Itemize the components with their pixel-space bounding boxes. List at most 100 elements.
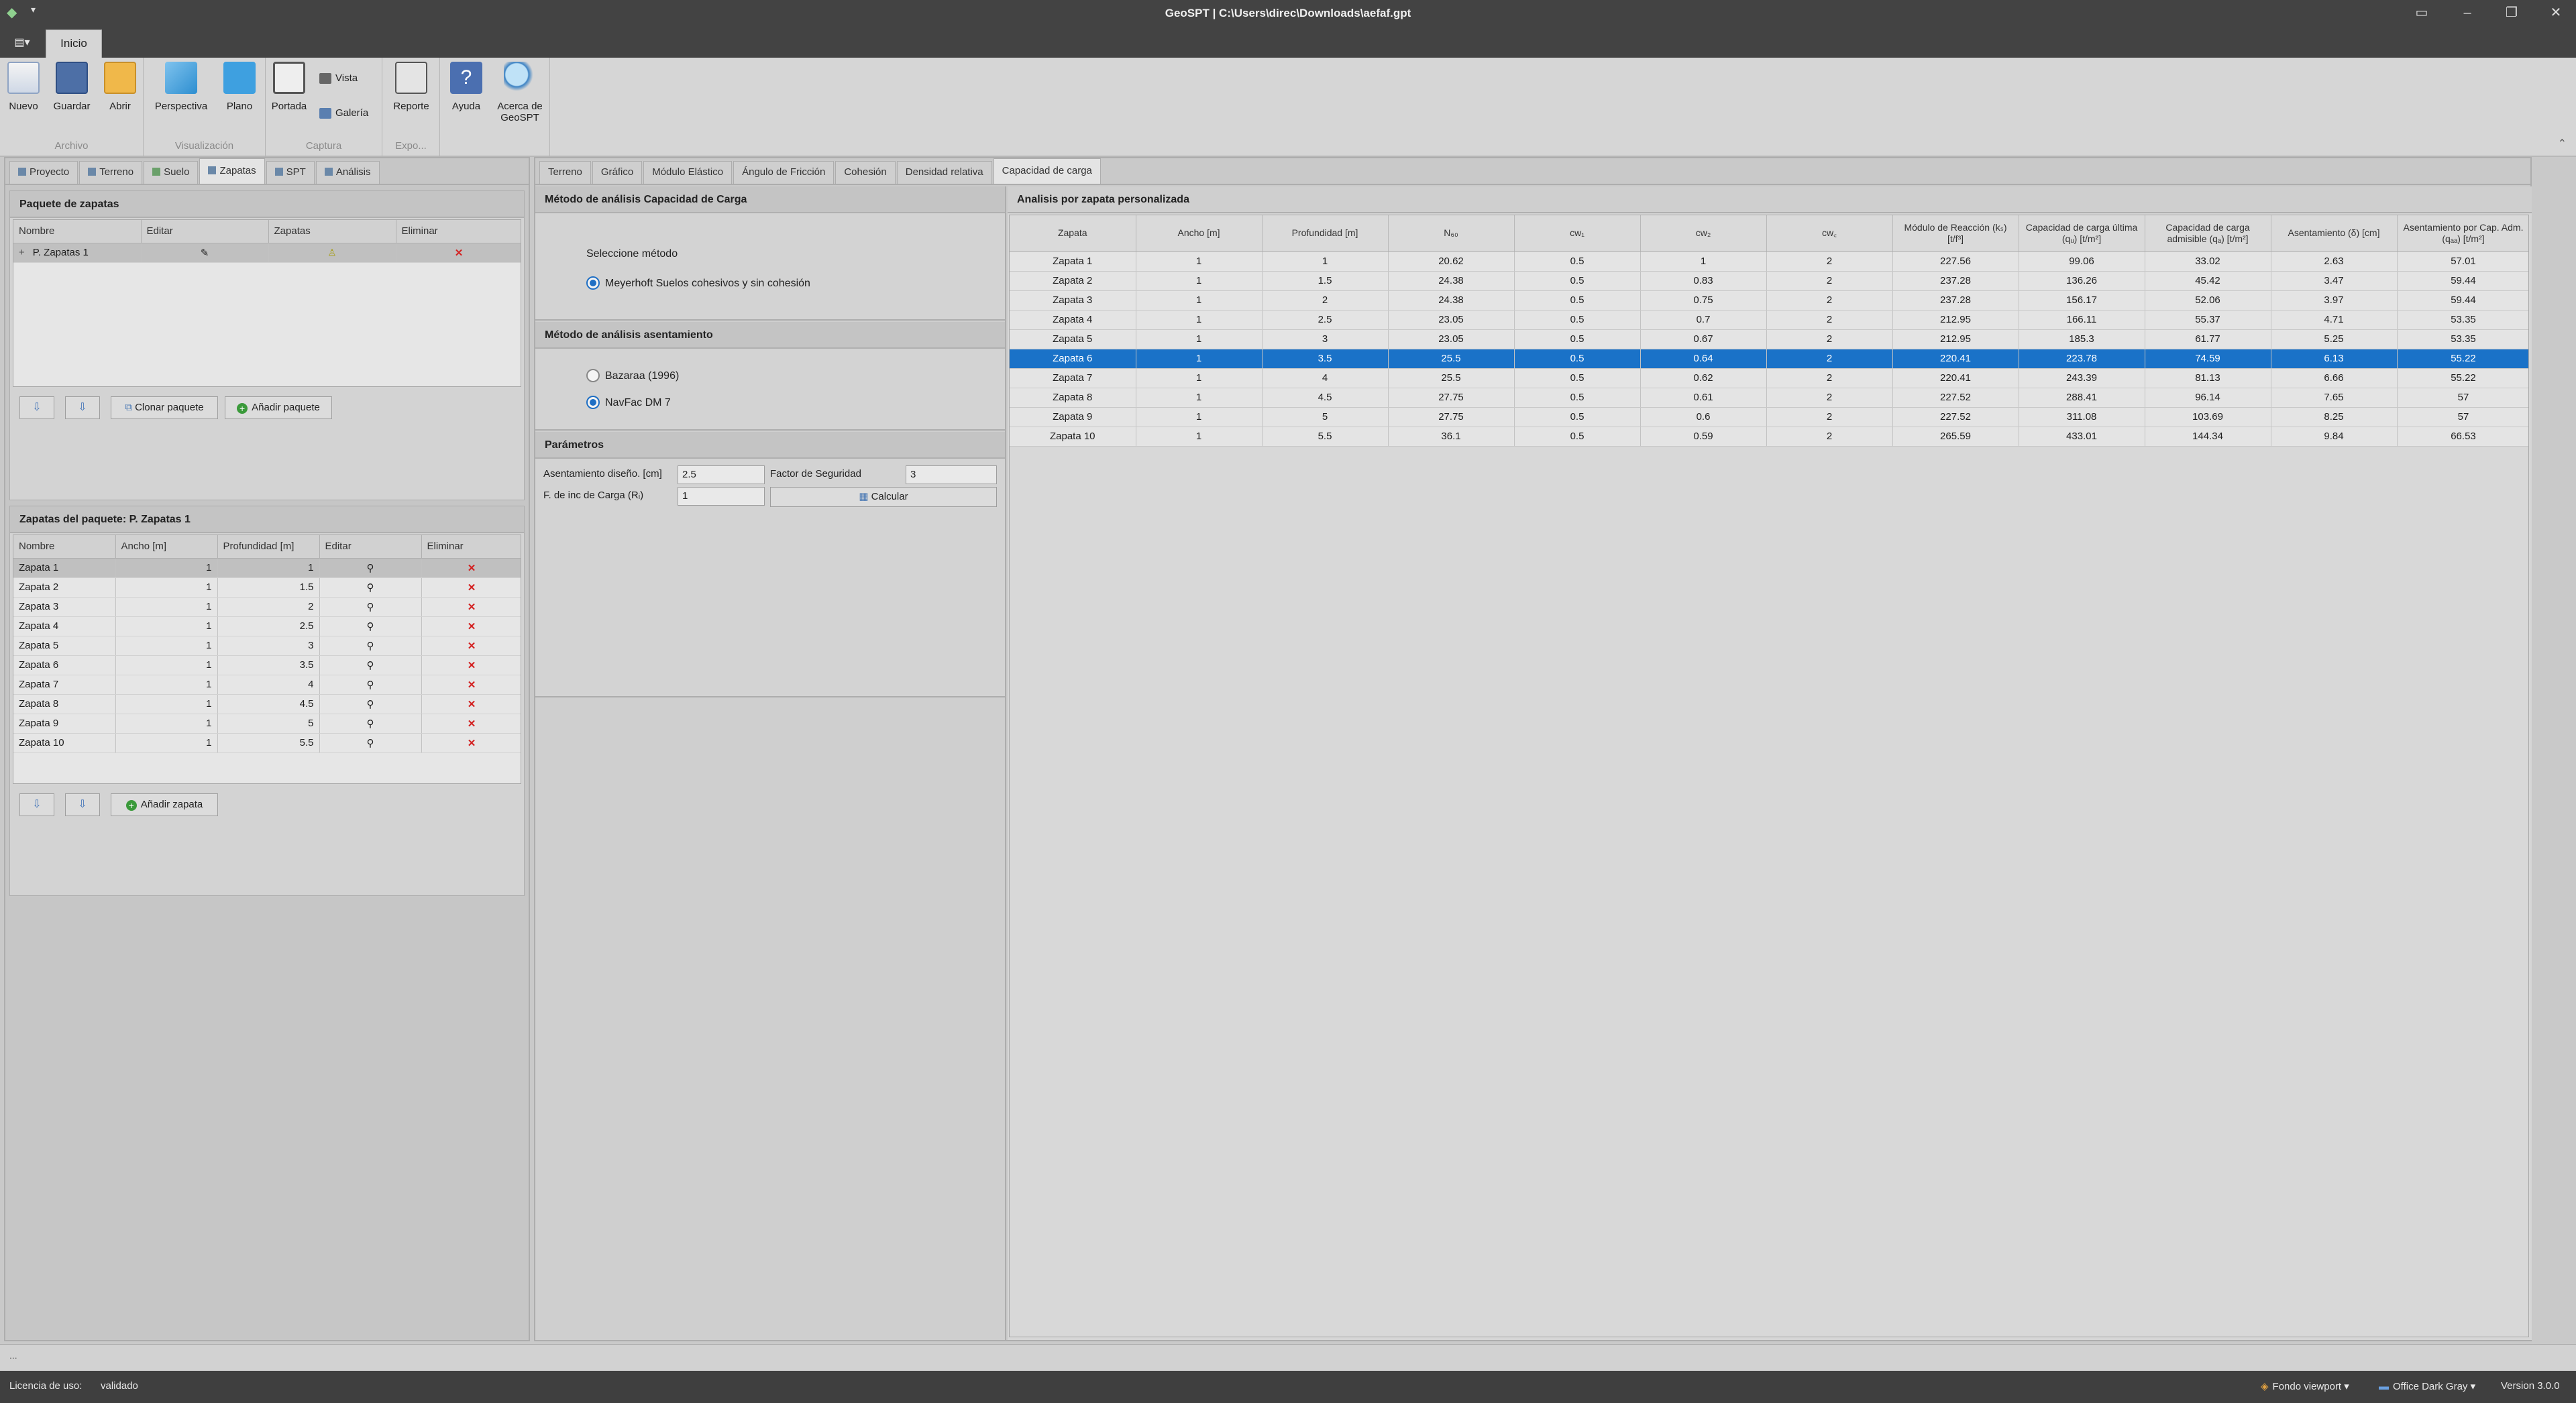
new-button[interactable]: Nuevo <box>0 62 47 112</box>
table-row[interactable]: Zapata 1 1 1 20.62 0.5 1 2 227.56 99.06 33.02 2.63… <box>1010 251 2528 272</box>
plan-button[interactable]: Plano <box>216 62 263 112</box>
tab-inicio[interactable]: Inicio <box>46 30 102 58</box>
edit-footing-icon[interactable]: ⚲ <box>319 655 422 675</box>
ribbon-display-icon[interactable]: ▭ <box>2402 0 2442 27</box>
tab-densidad-relativa[interactable]: Densidad relativa <box>896 161 992 184</box>
col-editar[interactable]: Editar <box>319 535 422 559</box>
table-row[interactable]: Zapata 4 1 2.5 23.05 0.5 0.7 2 212.95 166.11 55.3… <box>1010 310 2528 330</box>
calculate-button[interactable]: ▦ Calcular <box>770 487 997 507</box>
tab-modulo-elastico[interactable]: Módulo Elástico <box>643 161 733 184</box>
table-row[interactable]: Zapata 2 1 1.5 ⚲ ✕ <box>13 577 521 598</box>
results-column-header[interactable]: Módulo de Reacción (kₛ) [t/f³] <box>1892 215 2019 252</box>
load-factor-input[interactable]: 1 <box>678 487 765 506</box>
col-nombre[interactable]: Nombre <box>13 535 116 559</box>
col-editar[interactable]: Editar <box>141 220 269 243</box>
delete-footing-icon[interactable]: ✕ <box>421 616 521 636</box>
delete-footing-icon[interactable]: ✕ <box>421 597 521 617</box>
table-row[interactable]: Zapata 1 1 1 ⚲ ✕ <box>13 558 521 578</box>
delete-footing-icon[interactable]: ✕ <box>421 675 521 695</box>
report-button[interactable]: Reporte <box>388 62 435 112</box>
gallery-button[interactable]: Galería <box>319 107 368 119</box>
open-button[interactable]: Abrir <box>97 62 144 112</box>
perspective-button[interactable]: Perspectiva <box>152 62 211 112</box>
meyerhof-radio[interactable]: Meyerhoft Suelos cohesivos y sin cohesió… <box>586 276 810 290</box>
about-button[interactable]: Acerca de GeoSPT <box>491 62 549 123</box>
navfac-radio[interactable]: NavFac DM 7 <box>586 396 671 409</box>
table-row[interactable]: Zapata 3 1 2 24.38 0.5 0.75 2 237.28 156.17 52.06… <box>1010 290 2528 311</box>
delete-footing-icon[interactable]: ✕ <box>421 694 521 714</box>
bazaraa-radio[interactable]: Bazaraa (1996) <box>586 369 679 382</box>
edit-footing-icon[interactable]: ⚲ <box>319 733 422 753</box>
results-column-header[interactable]: cw꜀ <box>1766 215 1893 252</box>
restore-button[interactable]: ❐ <box>2491 0 2532 27</box>
tab-proyecto[interactable]: Proyecto <box>9 161 78 184</box>
theme-menu[interactable]: ▬ Office Dark Gray ▾ <box>2379 1380 2475 1392</box>
results-column-header[interactable]: cw₁ <box>1514 215 1641 252</box>
help-button[interactable]: ? Ayuda <box>443 62 490 112</box>
tab-grafico[interactable]: Gráfico <box>592 161 643 184</box>
move-up-button[interactable]: ⇩ <box>19 793 54 816</box>
collapse-ribbon-icon[interactable]: ⌃ <box>2558 137 2567 150</box>
results-column-header[interactable]: Capacidad de carga última (qᵤ) [t/m²] <box>2019 215 2145 252</box>
results-column-header[interactable]: Capacidad de carga admisible (qₐ) [t/m²] <box>2145 215 2271 252</box>
safety-factor-input[interactable]: 3 <box>906 465 997 484</box>
table-row[interactable]: + P. Zapatas 1 ✎ ♙ ✕ <box>13 243 521 263</box>
view-capture-button[interactable]: Vista <box>319 72 358 85</box>
edit-footing-icon[interactable]: ⚲ <box>319 616 422 636</box>
results-column-header[interactable]: Asentamiento por Cap. Adm. (qₐₐ) [t/m²] <box>2397 215 2528 252</box>
table-row[interactable]: Zapata 2 1 1.5 24.38 0.5 0.83 2 237.28 136.26 45.… <box>1010 271 2528 291</box>
col-nombre[interactable]: Nombre <box>13 220 142 243</box>
table-row[interactable]: Zapata 6 1 3.5 ⚲ ✕ <box>13 655 521 675</box>
package-name-cell[interactable]: + P. Zapatas 1 <box>13 243 142 263</box>
edit-footing-icon[interactable]: ⚲ <box>319 636 422 656</box>
col-ancho[interactable]: Ancho [m] <box>115 535 218 559</box>
table-row[interactable]: Zapata 5 1 3 23.05 0.5 0.67 2 212.95 185.3 61.77 5… <box>1010 329 2528 349</box>
edit-footing-icon[interactable]: ⚲ <box>319 597 422 617</box>
col-eliminar[interactable]: Eliminar <box>396 220 521 243</box>
table-row[interactable]: Zapata 5 1 3 ⚲ ✕ <box>13 636 521 656</box>
delete-footing-icon[interactable]: ✕ <box>421 733 521 753</box>
table-row[interactable]: Zapata 8 1 4.5 27.75 0.5 0.61 2 227.52 288.41 96.… <box>1010 388 2528 408</box>
results-column-header[interactable]: Asentamiento (δ) [cm] <box>2271 215 2398 252</box>
expand-icon[interactable]: + <box>19 247 25 258</box>
add-package-button[interactable]: + Añadir paquete <box>225 396 332 419</box>
results-column-header[interactable]: Ancho [m] <box>1136 215 1263 252</box>
edit-footing-icon[interactable]: ⚲ <box>319 675 422 695</box>
delete-footing-icon[interactable]: ✕ <box>421 577 521 598</box>
table-row[interactable]: Zapata 3 1 2 ⚲ ✕ <box>13 597 521 617</box>
tab-analisis[interactable]: Análisis <box>315 161 380 184</box>
tab-angulo-friccion[interactable]: Ángulo de Fricción <box>733 161 835 184</box>
tab-cohesion[interactable]: Cohesión <box>835 161 896 184</box>
cover-button[interactable]: Portada <box>266 62 313 112</box>
move-up-button[interactable]: ⇩ <box>19 396 54 419</box>
tab-capacidad-carga[interactable]: Capacidad de carga <box>993 158 1101 184</box>
edit-footing-icon[interactable]: ⚲ <box>319 558 422 578</box>
table-row[interactable]: Zapata 8 1 4.5 ⚲ ✕ <box>13 694 521 714</box>
footings-icon[interactable]: ♙ <box>268 243 396 263</box>
minimize-button[interactable]: – <box>2447 0 2487 27</box>
edit-footing-icon[interactable]: ⚲ <box>319 694 422 714</box>
edit-footing-icon[interactable]: ⚲ <box>319 714 422 734</box>
delete-footing-icon[interactable]: ✕ <box>421 636 521 656</box>
results-column-header[interactable]: Profundidad [m] <box>1262 215 1389 252</box>
delete-package-icon[interactable]: ✕ <box>396 243 521 263</box>
results-column-header[interactable]: Zapata <box>1010 215 1136 252</box>
tab-zapatas[interactable]: Zapatas <box>199 158 265 184</box>
results-column-header[interactable]: cw₂ <box>1640 215 1767 252</box>
results-column-header[interactable]: N₆₀ <box>1388 215 1515 252</box>
table-row[interactable]: Zapata 10 1 5.5 36.1 0.5 0.59 2 265.59 433.01 144… <box>1010 427 2528 447</box>
move-down-button[interactable]: ⇩ <box>65 396 100 419</box>
tab-terreno[interactable]: Terreno <box>79 161 143 184</box>
file-menu-button[interactable]: ▤▾ <box>7 32 38 54</box>
clone-package-button[interactable]: ⧉ Clonar paquete <box>111 396 218 419</box>
table-row[interactable]: Zapata 4 1 2.5 ⚲ ✕ <box>13 616 521 636</box>
tab-spt[interactable]: SPT <box>266 161 315 184</box>
col-zapatas[interactable]: Zapatas <box>268 220 396 243</box>
move-down-button[interactable]: ⇩ <box>65 793 100 816</box>
table-row[interactable]: Zapata 10 1 5.5 ⚲ ✕ <box>13 733 521 753</box>
tab-terreno-view[interactable]: Terreno <box>539 161 591 184</box>
table-row[interactable]: Zapata 9 1 5 ⚲ ✕ <box>13 714 521 734</box>
table-row[interactable]: Zapata 6 1 3.5 25.5 0.5 0.64 2 220.41 223.78 74.5… <box>1010 349 2528 369</box>
save-button[interactable]: Guardar <box>48 62 95 112</box>
tab-suelo[interactable]: Suelo <box>144 161 199 184</box>
